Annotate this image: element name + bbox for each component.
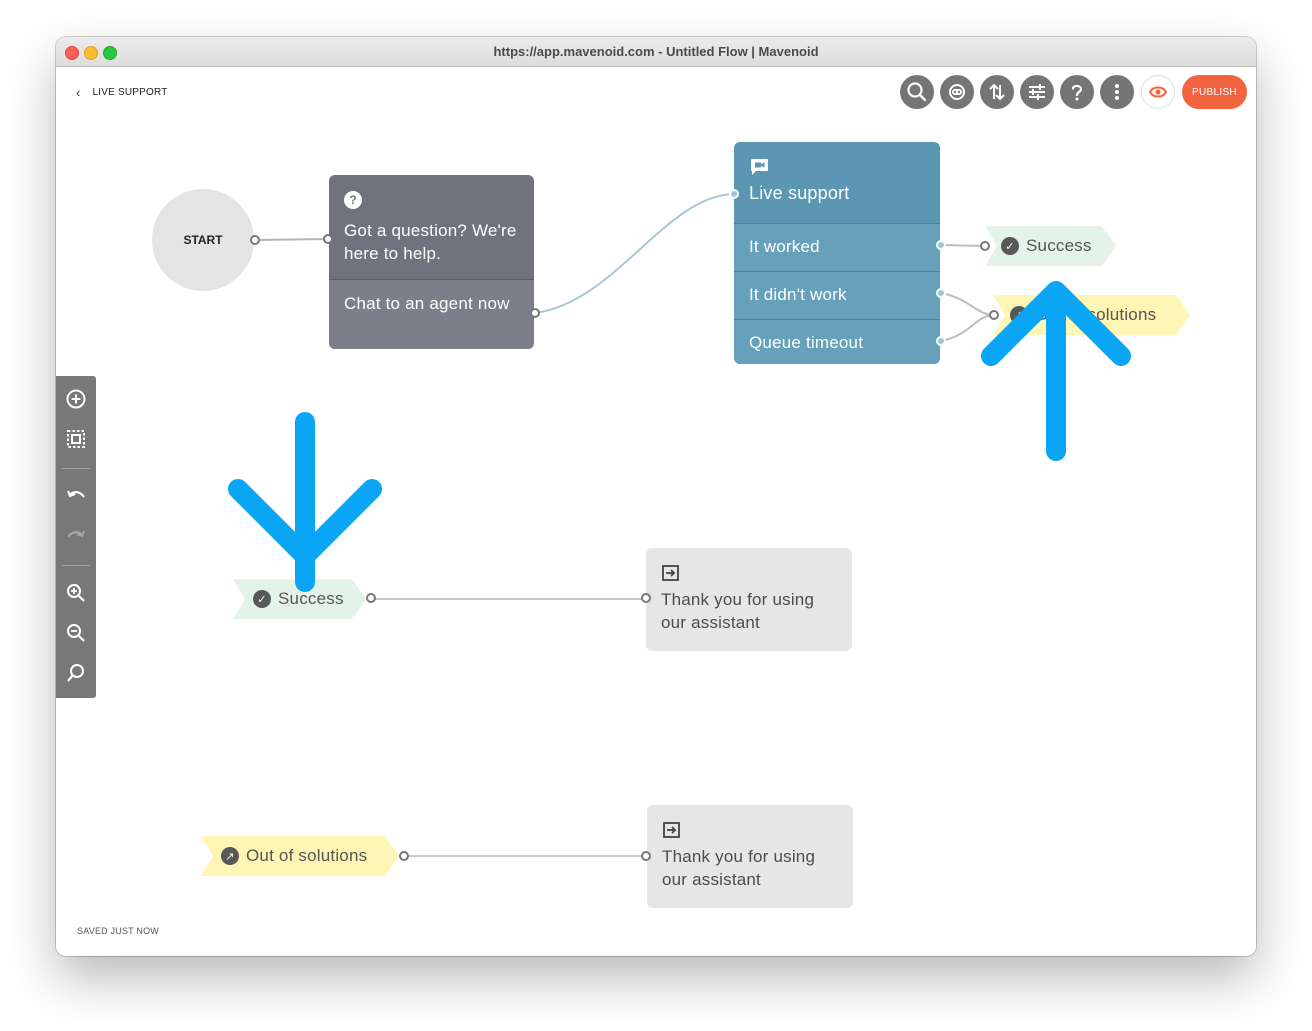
window-title: https://app.mavenoid.com - Untitled Flow…	[493, 44, 819, 59]
down-arrow-annotation	[228, 412, 382, 592]
up-arrow-annotation	[981, 281, 1131, 461]
title-bar: https://app.mavenoid.com - Untitled Flow…	[56, 37, 1256, 67]
annotation-arrows	[228, 281, 1131, 592]
flow-canvas[interactable]: ‹ LIVE SUPPORT PUBLISH START ? Got a que…	[56, 67, 1256, 956]
app-window: https://app.mavenoid.com - Untitled Flow…	[56, 37, 1256, 956]
